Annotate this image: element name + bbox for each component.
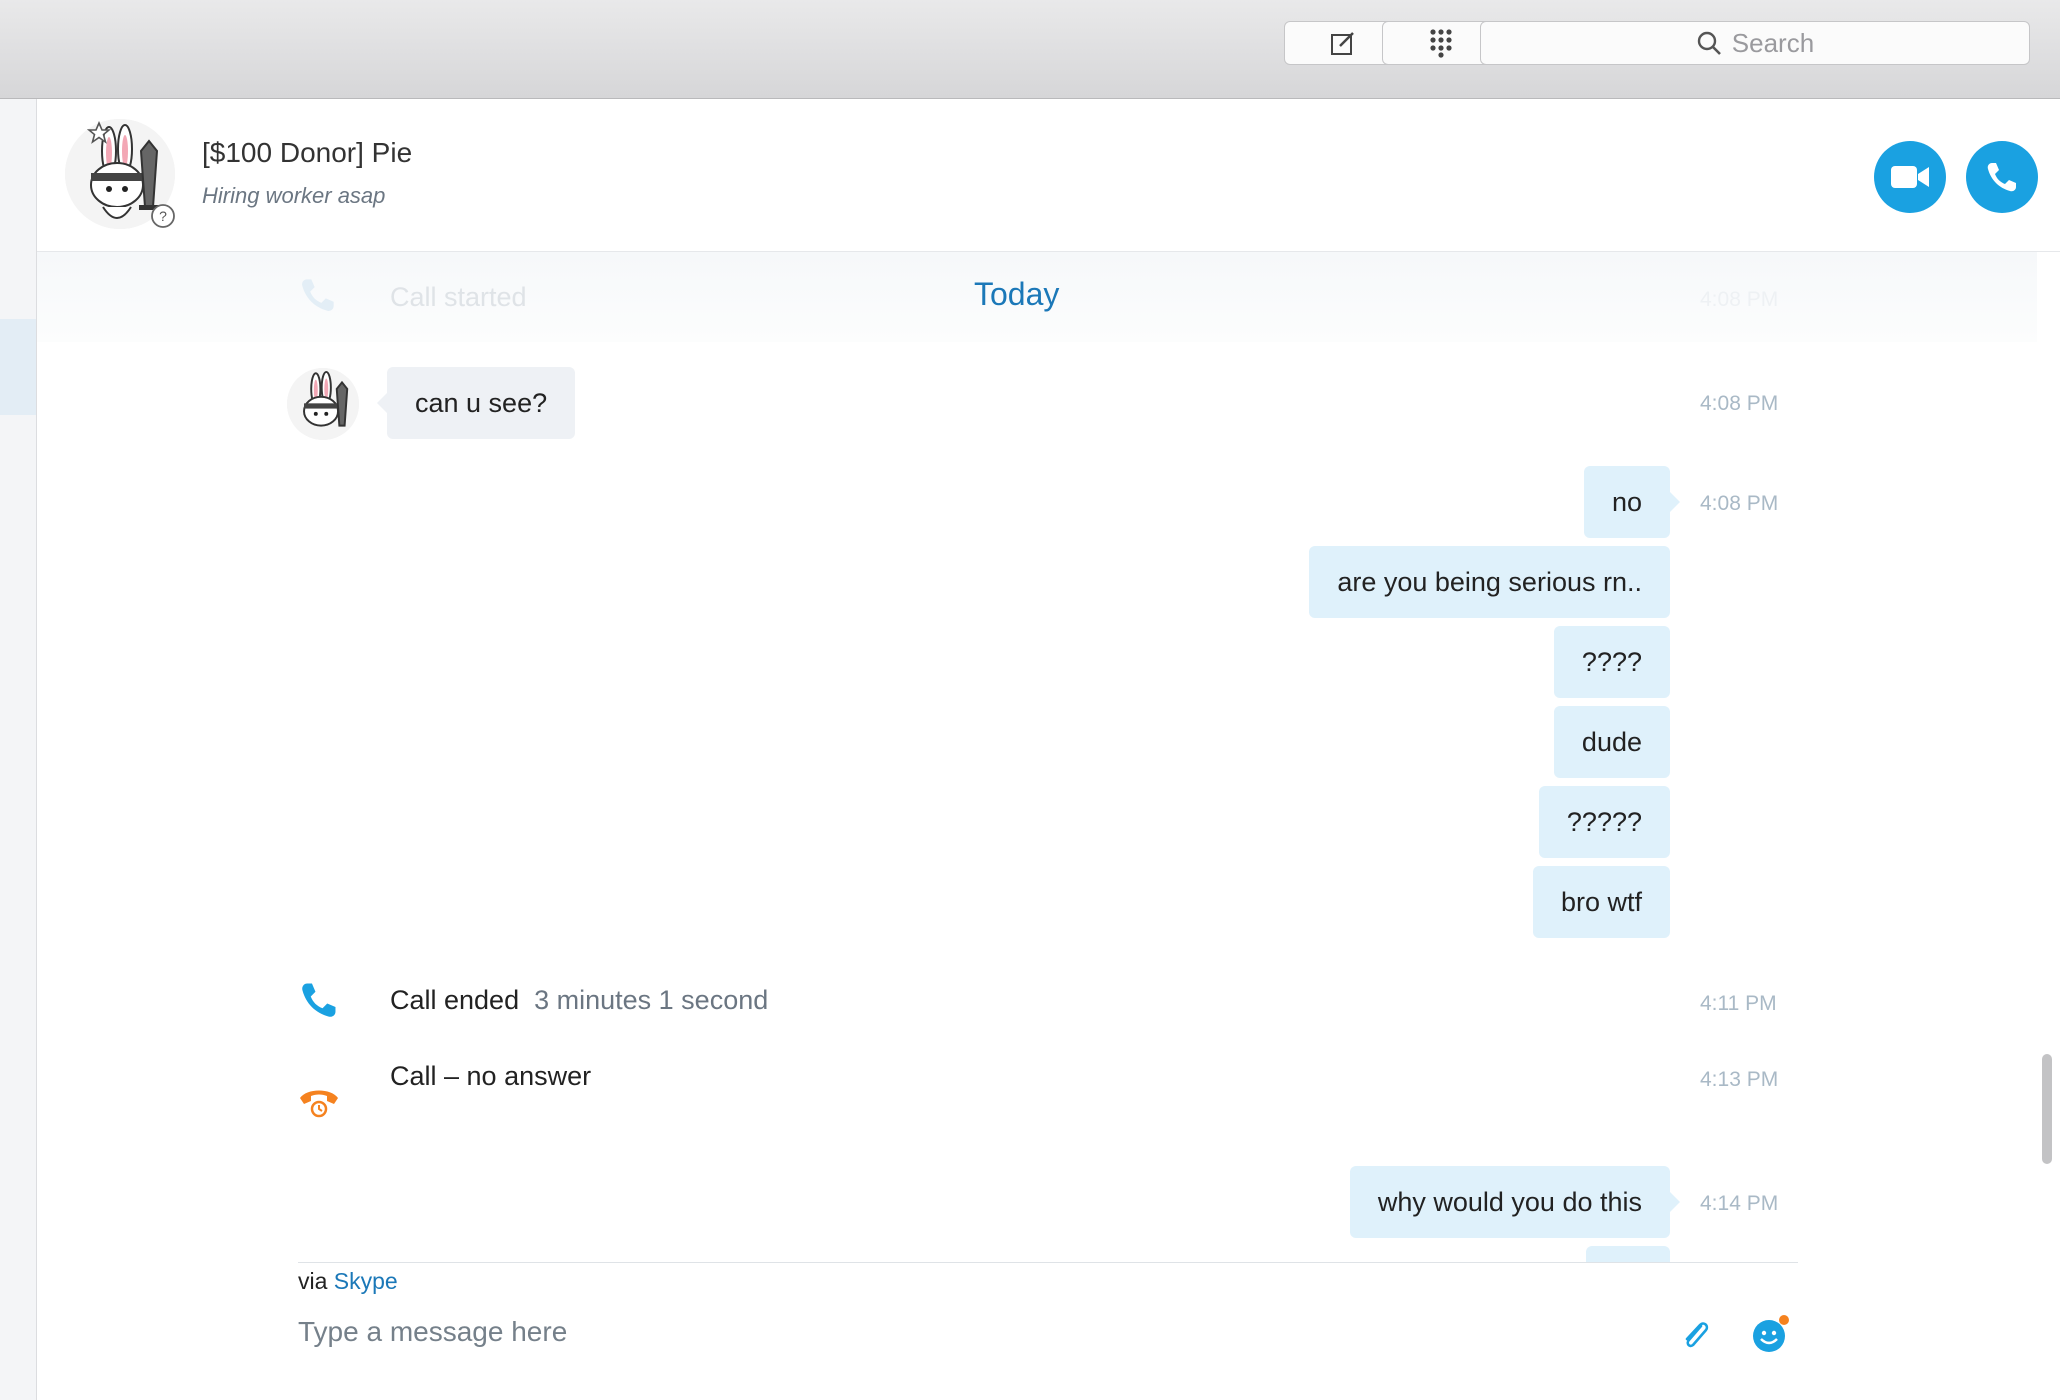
via-skype-link[interactable]: Skype [334,1268,398,1294]
svg-text:?: ? [159,208,167,224]
message-text: ????? [1566,806,1642,837]
message-text: dude [1581,726,1642,757]
chat-history[interactable]: Call started 4:08 PM Today can u see? 4:… [37,252,2037,1262]
message-text: bro wtf [1560,886,1642,917]
phone-icon [302,279,334,311]
via-prefix: via [298,1268,328,1294]
timestamp: 4:08 PM [1700,492,1779,515]
timestamp: 4:14 PM [1700,1192,1779,1215]
call-no-answer-label: Call – no answer [390,1061,592,1091]
call-ended-label: Call ended [390,985,520,1015]
dialpad-icon [1430,29,1452,58]
date-divider: Today [974,276,1060,312]
top-toolbar: Search [0,0,2060,99]
message-text: are you being serious rn.. [1337,566,1642,597]
message-text: can u see? [415,387,548,418]
sidebar-edge [0,99,37,1400]
chat-scrollbar[interactable] [2042,1054,2052,1164]
sidebar-selected-item[interactable] [0,319,36,415]
compose-icon [1331,32,1354,55]
message-bubble-outgoing-partial[interactable] [1586,1246,1670,1262]
message-text: ???? [1581,646,1642,677]
message-bubble-outgoing[interactable]: are you being serious rn.. [1309,546,1670,618]
message-bubble-outgoing[interactable]: no [1583,466,1681,538]
message-bubble-outgoing[interactable]: dude [1553,706,1670,778]
phone-icon [1987,163,2016,192]
timestamp: 4:08 PM [1700,288,1779,311]
status-unknown-icon: ? [151,204,175,228]
contact-mood-message: Hiring worker asap [202,183,386,208]
message-bubble-outgoing[interactable]: ????? [1538,786,1670,858]
timestamp: 4:13 PM [1700,1068,1779,1091]
timestamp: 4:08 PM [1700,392,1779,415]
sender-avatar[interactable] [287,368,359,440]
search-input[interactable]: Search [1480,21,2030,65]
phone-icon [302,983,336,1017]
message-bubble-outgoing[interactable]: why would you do this [1349,1166,1681,1238]
star-icon [87,121,111,144]
message-input[interactable]: Type a message here [298,1316,567,1348]
paperclip-icon[interactable] [1678,1318,1714,1354]
via-network: via Skype [298,1268,398,1295]
video-call-button[interactable] [1874,141,1946,213]
audio-call-button[interactable] [1966,141,2038,213]
timestamp: 4:11 PM [1700,992,1777,1015]
message-bubble-outgoing[interactable]: bro wtf [1532,866,1670,938]
contact-name: [$100 Donor] Pie [202,137,413,168]
conversation-header: ? [$100 Donor] Pie Hiring worker asap [37,99,2060,252]
search-icon [1697,31,1721,55]
search-placeholder: Search [1731,27,1815,58]
message-text: no [1611,486,1642,517]
message-bubble-incoming[interactable]: can u see? [376,367,576,439]
missed-call-icon [300,1090,338,1118]
message-bubble-outgoing[interactable]: ???? [1553,626,1670,698]
call-started-label: Call started [390,282,527,312]
call-ended-event: Call ended 3 minutes 1 second [390,985,768,1016]
message-text: why would you do this [1377,1186,1642,1217]
composer-divider [298,1262,1798,1263]
call-duration: 3 minutes 1 second [534,985,769,1015]
emoticon-icon[interactable] [1750,1314,1790,1354]
video-camera-icon [1891,166,1929,188]
